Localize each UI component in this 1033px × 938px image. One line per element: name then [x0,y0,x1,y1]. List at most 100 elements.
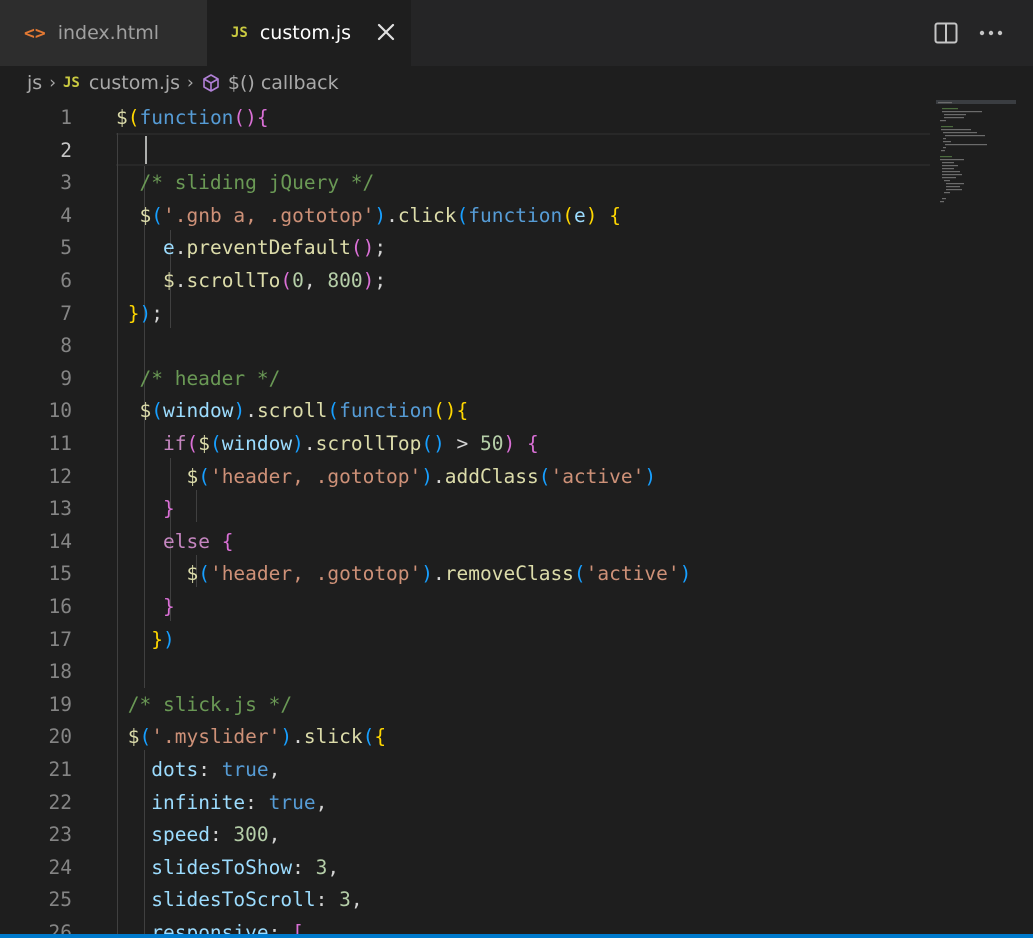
code-line[interactable]: 19 /* slick.js */ [0,689,930,722]
code-text: $('.gnb a, .gototop').click(function(e) … [116,200,621,233]
code-token: : [292,855,316,879]
code-token: ) [162,627,175,651]
code-token: ; [374,269,387,292]
code-token: : [245,790,269,814]
code-line[interactable]: 4 $('.gnb a, .gototop').click(function(e… [0,200,930,233]
code-token: click [397,203,457,227]
code-token: scroll [256,399,328,423]
breadcrumb: js › JS custom.js › $() callback [0,66,1033,100]
code-token: function [468,203,563,227]
code-token: ( [327,399,340,423]
code-token: 3 [315,855,328,879]
code-line[interactable]: 6 $.scrollTo(0, 800); [0,265,930,298]
code-line[interactable]: 20 $('.myslider').slick({ [0,721,930,754]
line-number: 13 [48,497,72,521]
line-number: 19 [48,692,72,716]
breadcrumb-symbol[interactable]: $() callback [228,72,339,94]
code-line[interactable]: 10 $(window).scroll(function(){ [0,395,930,428]
code-token: ) [292,432,304,455]
code-token: . [174,236,187,260]
line-number: 5 [60,236,72,260]
code-line[interactable]: 2 [0,135,930,168]
code-token: . [245,399,257,423]
line-number: 6 [60,269,72,292]
code-text: speed: 300, [116,819,280,852]
code-text: else { [116,526,233,559]
breadcrumb-file[interactable]: custom.js [89,72,180,94]
code-token: , [327,855,340,879]
code-token: else [162,529,210,553]
code-text: dots: true, [116,754,280,787]
close-icon[interactable] [374,20,398,44]
code-token: ( [198,464,210,488]
code-token: , [350,888,363,912]
code-line[interactable]: 23 speed: 300, [0,819,930,852]
code-line[interactable]: 25 slidesToScroll: 3, [0,884,930,917]
code-token: $ [139,399,152,423]
code-token: 3 [339,888,351,912]
code-token: : [315,888,340,912]
code-token: : [198,758,222,781]
code-line[interactable]: 24 slidesToShow: 3, [0,852,930,885]
code-line[interactable]: 16 } [0,591,930,624]
code-line[interactable]: 21 dots: true, [0,754,930,787]
code-line[interactable]: 1 $(function(){ [0,102,930,135]
code-token: '.gnb a, .gototop' [162,203,375,227]
code-text: $(function(){ [116,102,269,135]
code-line[interactable]: 22 infinite: true, [0,787,930,820]
code-token: } [127,301,140,325]
code-text: $('header, .gototop').removeClass('activ… [116,558,691,591]
code-line[interactable]: 14 else { [0,526,930,559]
code-token: > [444,432,481,455]
code-token: , [268,823,281,847]
code-token: . [386,203,398,227]
code-line[interactable]: 7 }); [0,298,930,331]
code-editor[interactable]: 1 $(function(){2 3 /* sliding jQuery */4 $… [0,100,1033,938]
code-token: ) [362,269,375,292]
chevron-right-icon: › [49,73,56,93]
split-editor-icon[interactable] [934,22,958,44]
code-line[interactable]: 9 /* header */ [0,363,930,396]
code-text: $.scrollTo(0, 800); [116,265,386,298]
code-token: ( [139,725,152,749]
vertical-scrollbar[interactable] [1017,100,1031,938]
code-line[interactable]: 3 /* sliding jQuery */ [0,167,930,200]
line-number: 25 [48,888,72,912]
line-number: 14 [48,529,72,553]
code-line[interactable]: 18 [0,656,930,689]
editor-tab-bar: <> index.html JS custom.js [0,0,1033,66]
code-line[interactable]: 5 e.preventDefault(); [0,232,930,265]
tab-label: index.html [57,22,159,44]
code-line[interactable]: 11 if($(window).scrollTop() > 50) { [0,428,930,461]
code-token: 800 [327,269,363,292]
breadcrumb-folder[interactable]: js [27,72,42,94]
code-text: if($(window).scrollTop() > 50) { [116,428,539,461]
code-line[interactable]: 13 } [0,493,930,526]
code-token: { [256,106,269,129]
code-token: } [162,497,175,521]
code-text: $('.myslider').slick({ [116,721,386,754]
minimap[interactable] [936,100,1016,210]
line-number: 4 [60,203,72,227]
code-token: { [609,203,621,227]
code-token: { [221,529,234,553]
code-line[interactable]: 17 }) [0,624,930,657]
code-line[interactable]: 15 $('header, .gototop').removeClass('ac… [0,558,930,591]
code-token: ( [151,203,163,227]
code-line[interactable]: 8 [0,330,930,363]
code-token: /* sliding jQuery */ [139,171,375,195]
more-actions-icon[interactable] [978,22,1004,44]
code-line[interactable]: 12 $('header, .gototop').addClass('activ… [0,461,930,494]
code-token: ) [421,562,434,586]
line-number: 9 [60,366,72,390]
js-icon: JS [63,75,80,91]
tab-index-html[interactable]: <> index.html [0,0,207,66]
